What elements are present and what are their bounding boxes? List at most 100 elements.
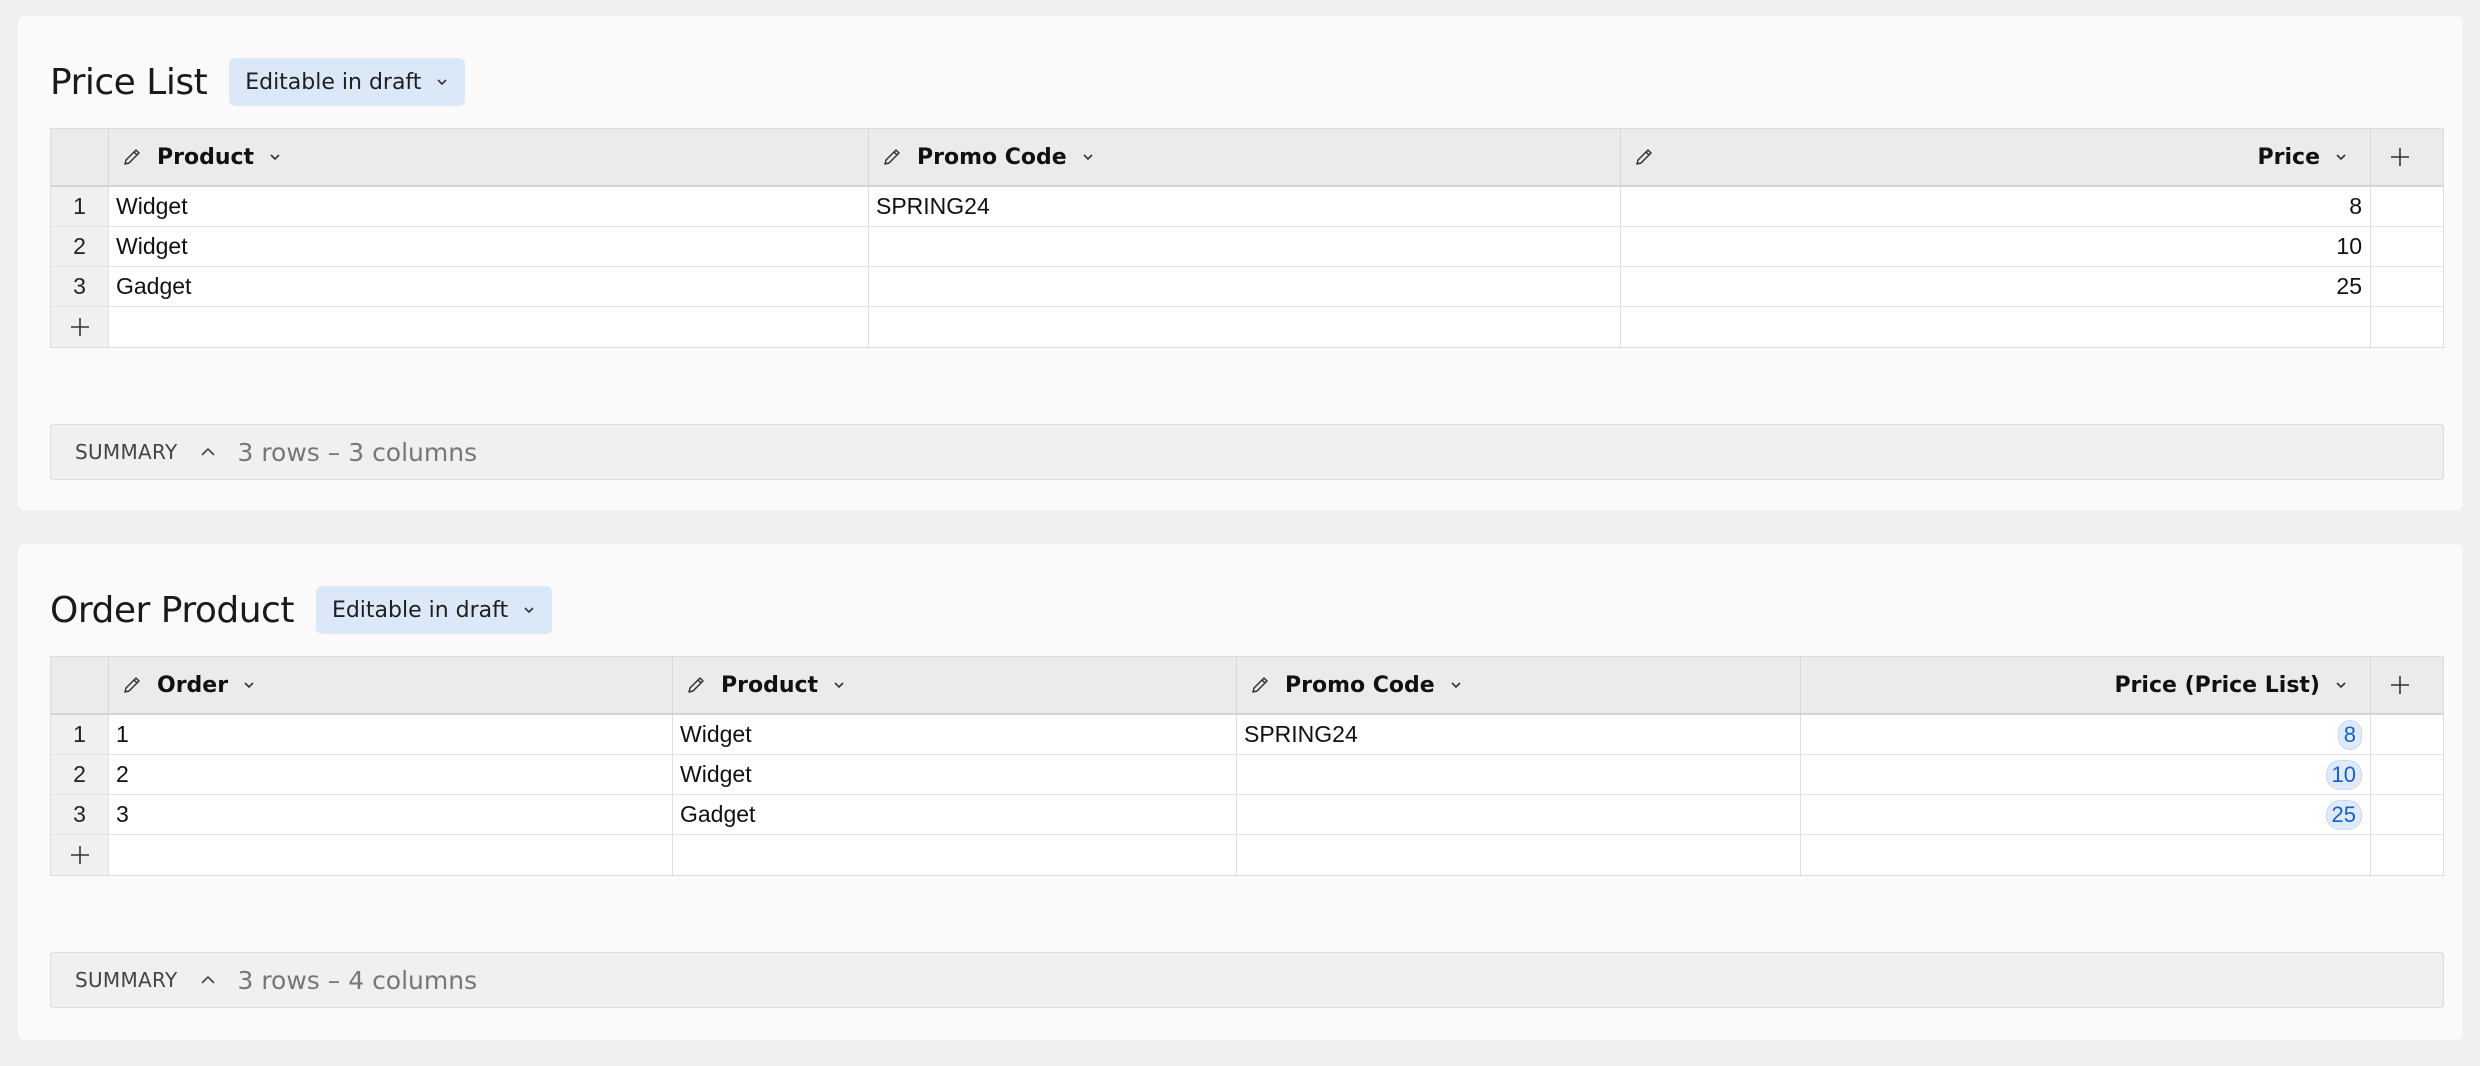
chevron-down-icon[interactable] <box>242 678 256 692</box>
corner-cell[interactable] <box>51 657 109 713</box>
chevron-down-icon[interactable] <box>268 150 282 164</box>
summary-text: 3 rows – 4 columns <box>237 965 478 995</box>
page-title: Price List <box>50 61 208 103</box>
column-header-promo-code[interactable]: Promo Code <box>1237 657 1801 713</box>
plus-icon <box>2391 676 2409 694</box>
add-row-button[interactable] <box>51 835 109 875</box>
cell-product[interactable]: Widget <box>673 755 1237 794</box>
cell-order[interactable]: 1 <box>109 715 673 754</box>
reference-value[interactable]: 8 <box>2337 719 2362 750</box>
cell-promo-code[interactable] <box>1237 755 1801 794</box>
pencil-icon <box>124 677 140 693</box>
new-row-cell[interactable] <box>869 307 1621 347</box>
empty-cell <box>2371 835 2429 875</box>
cell-product[interactable]: Widget <box>109 227 869 266</box>
new-row-cell[interactable] <box>673 835 1237 875</box>
header-row: Order Product Promo Code Price (Price Li… <box>51 657 2443 715</box>
row-number[interactable]: 1 <box>51 187 109 226</box>
add-column-button[interactable] <box>2371 129 2429 185</box>
new-row-cell[interactable] <box>1801 835 2371 875</box>
empty-cell <box>2371 795 2429 834</box>
cell-promo-code[interactable]: SPRING24 <box>869 187 1621 226</box>
column-header-label: Price (Price List) <box>2114 672 2320 698</box>
order-product-title-row: Order Product Editable in draft <box>50 586 553 634</box>
chevron-up-icon[interactable] <box>199 443 217 461</box>
cell-promo-code[interactable] <box>1237 795 1801 834</box>
add-row-button[interactable] <box>51 307 109 347</box>
pencil-icon <box>884 149 900 165</box>
price-list-grid: Product Promo Code Price 1 Widget SPRING… <box>50 128 2444 348</box>
cell-order[interactable]: 3 <box>109 795 673 834</box>
table-row[interactable]: 3 3 Gadget 25 <box>51 795 2443 835</box>
chevron-down-icon[interactable] <box>1081 150 1095 164</box>
pencil-icon <box>688 677 704 693</box>
column-header-label: Product <box>157 144 255 170</box>
chevron-up-icon[interactable] <box>199 971 217 989</box>
new-row-cell[interactable] <box>1237 835 1801 875</box>
column-header-promo-code[interactable]: Promo Code <box>869 129 1621 185</box>
cell-promo-code[interactable]: SPRING24 <box>1237 715 1801 754</box>
cell-price-price-list[interactable]: 10 <box>1801 755 2371 794</box>
summary-bar[interactable]: SUMMARY 3 rows – 4 columns <box>50 952 2444 1008</box>
cell-order[interactable]: 2 <box>109 755 673 794</box>
cell-product[interactable]: Widget <box>673 715 1237 754</box>
summary-bar[interactable]: SUMMARY 3 rows – 3 columns <box>50 424 2444 480</box>
cell-promo-code[interactable] <box>869 267 1621 306</box>
new-row-cell[interactable] <box>1621 307 2371 347</box>
cell-promo-code[interactable] <box>869 227 1621 266</box>
chevron-down-icon[interactable] <box>832 678 846 692</box>
chevron-down-icon[interactable] <box>2334 678 2348 692</box>
table-row[interactable]: 1 1 Widget SPRING24 8 <box>51 715 2443 755</box>
editable-in-draft-dropdown[interactable]: Editable in draft <box>315 586 553 634</box>
row-number[interactable]: 3 <box>51 795 109 834</box>
cell-price-price-list[interactable]: 8 <box>1801 715 2371 754</box>
column-header-price[interactable]: Price <box>1621 129 2371 185</box>
chevron-down-icon[interactable] <box>1449 678 1463 692</box>
new-row[interactable] <box>51 307 2443 347</box>
cell-price[interactable]: 8 <box>1621 187 2371 226</box>
table-row[interactable]: 1 Widget SPRING24 8 <box>51 187 2443 227</box>
new-row-cell[interactable] <box>109 835 673 875</box>
cell-price-price-list[interactable]: 25 <box>1801 795 2371 834</box>
row-number[interactable]: 1 <box>51 715 109 754</box>
page-title: Order Product <box>50 589 294 631</box>
price-list-section: Price List Editable in draft Product Pro… <box>18 16 2463 510</box>
reference-value[interactable]: 10 <box>2325 759 2362 790</box>
column-header-label: Promo Code <box>1285 672 1435 698</box>
column-header-product[interactable]: Product <box>109 129 869 185</box>
order-product-section: Order Product Editable in draft Order Pr… <box>18 544 2463 1040</box>
editable-in-draft-dropdown[interactable]: Editable in draft <box>229 58 466 106</box>
column-header-order[interactable]: Order <box>109 657 673 713</box>
cell-product[interactable]: Gadget <box>673 795 1237 834</box>
price-list-title-row: Price List Editable in draft <box>50 58 466 106</box>
plus-icon <box>70 846 89 864</box>
summary-text: 3 rows – 3 columns <box>237 437 478 467</box>
cell-product[interactable]: Gadget <box>109 267 869 306</box>
empty-cell <box>2371 267 2429 306</box>
cell-price[interactable]: 10 <box>1621 227 2371 266</box>
table-row[interactable]: 2 Widget 10 <box>51 227 2443 267</box>
cell-product[interactable]: Widget <box>109 187 869 226</box>
cell-price[interactable]: 25 <box>1621 267 2371 306</box>
row-number[interactable]: 2 <box>51 227 109 266</box>
column-header-product[interactable]: Product <box>673 657 1237 713</box>
table-row[interactable]: 3 Gadget 25 <box>51 267 2443 307</box>
empty-cell <box>2371 227 2429 266</box>
new-row[interactable] <box>51 835 2443 875</box>
table-row[interactable]: 2 2 Widget 10 <box>51 755 2443 795</box>
chevron-down-icon[interactable] <box>2334 150 2348 164</box>
add-column-button[interactable] <box>2371 657 2429 713</box>
corner-cell[interactable] <box>51 129 109 185</box>
pencil-icon <box>124 149 140 165</box>
row-number[interactable]: 3 <box>51 267 109 306</box>
column-header-price-price-list[interactable]: Price (Price List) <box>1801 657 2371 713</box>
column-header-label: Price <box>2257 144 2320 170</box>
reference-value[interactable]: 25 <box>2325 799 2362 830</box>
row-number[interactable]: 2 <box>51 755 109 794</box>
badge-label: Editable in draft <box>331 597 509 623</box>
empty-cell <box>2371 755 2429 794</box>
new-row-cell[interactable] <box>109 307 869 347</box>
summary-label: SUMMARY <box>75 440 178 464</box>
column-header-label: Product <box>721 672 819 698</box>
summary-label: SUMMARY <box>75 968 178 992</box>
